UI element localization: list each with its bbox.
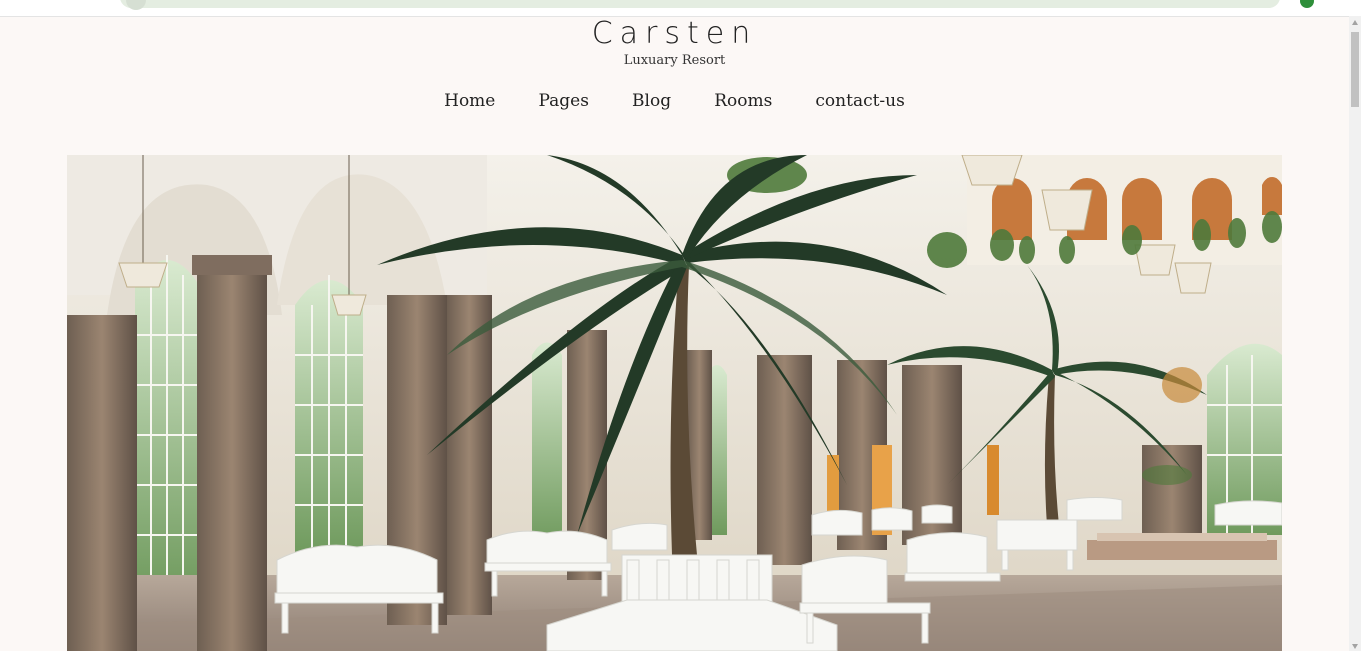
main-nav: Home Pages Blog Rooms contact-us — [0, 88, 1349, 114]
site-logo-name[interactable]: Carsten — [0, 16, 1349, 52]
scroll-down-icon[interactable] — [1352, 644, 1358, 649]
nav-contact-us[interactable]: contact-us — [815, 88, 904, 114]
nav-pages[interactable]: Pages — [538, 88, 588, 114]
scrollbar-thumb[interactable] — [1351, 32, 1359, 107]
hero-image — [67, 155, 1282, 651]
site-header: Carsten Luxuary Resort Home Pages Blog R… — [0, 16, 1349, 146]
nav-home[interactable]: Home — [444, 88, 495, 114]
site-tagline: Luxuary Resort — [623, 53, 726, 68]
address-bar[interactable] — [120, 0, 1280, 10]
page-scrollbar[interactable] — [1349, 16, 1361, 651]
scroll-up-icon[interactable] — [1352, 20, 1358, 25]
site-info-icon[interactable] — [126, 0, 146, 10]
palm-court-photo — [67, 155, 1282, 651]
nav-blog[interactable]: Blog — [632, 88, 671, 114]
nav-rooms[interactable]: Rooms — [714, 88, 772, 114]
extension-icon[interactable] — [1300, 0, 1314, 8]
browser-chrome — [0, 0, 1361, 17]
